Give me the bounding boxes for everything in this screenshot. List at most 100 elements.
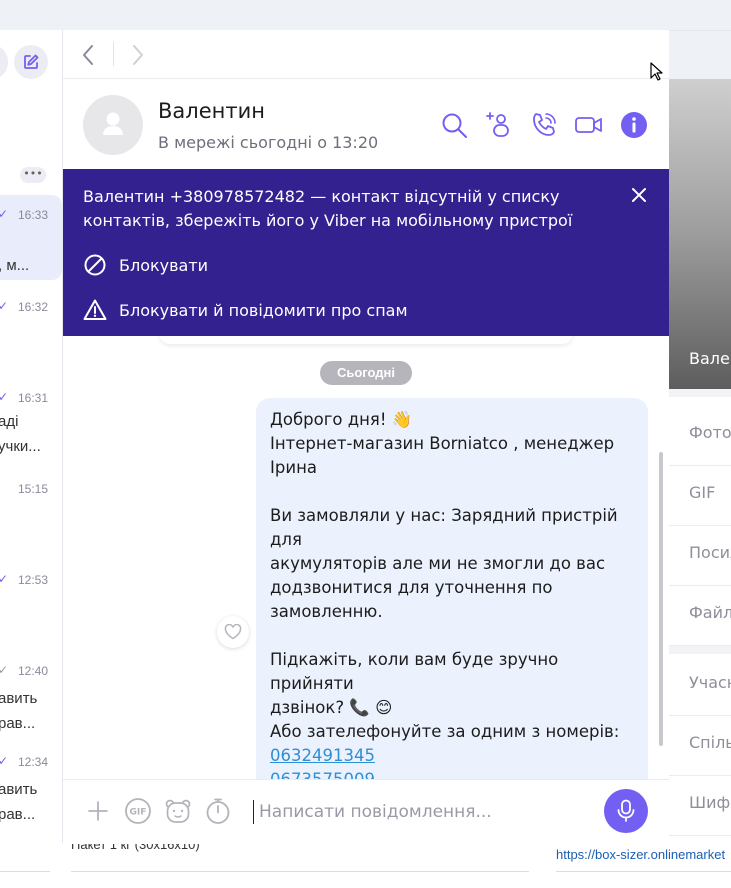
message-line: Ви замовляли у нас: Зарядний пристрій дл… — [270, 506, 618, 549]
message-line: Або зателефонуйте за одним з номерів: — [270, 722, 620, 741]
message-line: акумуляторів але ми не змогли до вас — [270, 554, 606, 573]
background-webpage: Пакет 1 кг (30х16х10) https://box-sizer.… — [0, 837, 731, 888]
conversation-list: ••• ✓ 16:33 , м... ✓ 16:32 ✓ 16:31 аді у… — [0, 30, 63, 843]
message-bubble[interactable]: Доброго дня! 👋 Інтернет-магазин Borniatc… — [256, 398, 648, 779]
divider — [71, 871, 529, 872]
list-item-time: 16:31 — [18, 391, 49, 405]
block-and-report-button[interactable]: Блокувати й повідомити про спам — [83, 297, 408, 323]
list-item-time: 12:40 — [18, 664, 49, 678]
divider — [113, 42, 114, 66]
timer-button[interactable] — [203, 796, 233, 826]
mouse-cursor-icon — [650, 62, 663, 81]
panel-item-label: Учасн — [689, 673, 731, 692]
scrollbar[interactable] — [659, 452, 663, 746]
divider — [669, 389, 731, 397]
more-options-button[interactable]: ••• — [20, 167, 46, 183]
chat-header: Валентин В мережі сьогодні о 13:20 — [63, 79, 669, 169]
message-line: Доброго дня! 👋 — [270, 410, 413, 429]
plus-icon — [88, 801, 108, 821]
list-item-preview: учки... — [0, 438, 41, 455]
add-participant-button[interactable] — [484, 110, 514, 140]
search-button[interactable] — [439, 110, 469, 140]
panel-item-participants[interactable]: Учасн — [669, 655, 731, 716]
back-button[interactable] — [75, 42, 101, 68]
chevron-left-icon — [83, 45, 93, 65]
message-line: додзвонитися для уточнення по — [270, 578, 553, 597]
message-line: Підкажіть, коли вам буде зручно прийняти — [270, 650, 559, 693]
background-url-link[interactable]: https://box-sizer.onlinemarket — [556, 847, 725, 862]
info-icon — [621, 112, 647, 138]
list-item-preview: авить — [0, 690, 38, 707]
panel-item-photos[interactable]: Фото — [669, 405, 731, 466]
panel-item-label: Спіль — [689, 733, 731, 752]
chevron-right-icon — [133, 45, 143, 65]
sticker-bear-icon — [165, 799, 191, 823]
message-input[interactable] — [259, 797, 589, 827]
compose-button[interactable] — [14, 45, 48, 79]
warning-icon — [83, 299, 107, 320]
list-item[interactable]: ✓ 16:31 аді учки... — [0, 377, 62, 462]
contact-name: Валентин — [158, 99, 265, 123]
list-item-time: 15:15 — [18, 482, 49, 496]
compose-icon — [24, 54, 39, 69]
phone-icon — [533, 113, 556, 136]
close-icon — [632, 188, 646, 202]
forward-button[interactable] — [125, 42, 151, 68]
panel-item-files[interactable]: Файл — [669, 585, 731, 646]
contact-info-panel: Вален Фото GIF Посил Файл Учасн Спіль Ши… — [669, 79, 731, 843]
panel-contact-name: Вален — [689, 349, 731, 368]
info-button[interactable] — [619, 110, 649, 140]
browser-top-strip — [0, 0, 731, 31]
block-label: Блокувати — [119, 255, 209, 275]
list-item[interactable]: ✓ 16:32 — [0, 286, 62, 371]
panel-item-label: Посил — [689, 543, 731, 562]
close-banner-button[interactable] — [627, 183, 651, 207]
list-item[interactable]: ✓ 12:40 авить рав... — [0, 650, 62, 735]
contact-photo: Вален — [669, 79, 731, 389]
read-check-icon: ✓ — [0, 207, 8, 221]
list-item[interactable]: ✓ 16:33 , м... — [0, 195, 62, 280]
list-item-preview: рав... — [0, 806, 36, 823]
message-line: Ірина — [270, 458, 317, 477]
user-silhouette-icon — [103, 112, 123, 135]
panel-item-gif[interactable]: GIF — [669, 465, 731, 526]
block-icon — [84, 254, 106, 276]
panel-item-label: GIF — [689, 483, 716, 502]
contact-status: В мережі сьогодні о 13:20 — [158, 133, 379, 152]
menu-button[interactable] — [0, 45, 8, 79]
call-button[interactable] — [529, 110, 559, 140]
message-line: Інтернет-магазин Borniatco , менеджер — [270, 434, 615, 453]
chat-window: Валентин В мережі сьогодні о 13:20 Вален… — [63, 30, 669, 844]
panel-item-links[interactable]: Посил — [669, 525, 731, 586]
list-item-preview: рав... — [0, 715, 36, 732]
report-label: Блокувати й повідомити про спам — [119, 300, 408, 320]
previous-message-bubble — [159, 336, 573, 344]
video-call-button[interactable] — [574, 110, 604, 140]
read-check-icon: ✓ — [0, 390, 8, 404]
read-check-icon: ✓ — [0, 299, 8, 313]
like-button[interactable] — [217, 616, 249, 648]
read-check-icon: ✓ — [0, 572, 8, 586]
list-item[interactable]: ✓ 12:34 авить рав... — [0, 741, 62, 826]
voice-message-button[interactable] — [604, 789, 648, 833]
avatar[interactable] — [83, 95, 143, 155]
phone-link[interactable]: 0673575009 — [270, 768, 642, 779]
gif-button[interactable]: GIF — [123, 796, 153, 826]
list-item-time: 12:53 — [18, 573, 49, 587]
attach-button[interactable] — [83, 796, 113, 826]
nav-bar — [63, 30, 669, 79]
date-separator: Сьогодні — [320, 361, 412, 385]
divider — [669, 646, 731, 654]
sticker-button[interactable] — [163, 796, 193, 826]
panel-item-shared[interactable]: Спіль — [669, 715, 731, 776]
message-area: Сьогодні Доброго дня! 👋 Інтернет-магазин… — [63, 336, 669, 779]
heart-icon — [224, 624, 242, 640]
timer-icon — [206, 798, 230, 824]
unknown-contact-banner: Валентин +380978572482 — контакт відсутн… — [63, 169, 669, 336]
microphone-icon — [617, 799, 635, 822]
list-item[interactable]: ✓ 12:53 — [0, 559, 62, 644]
panel-item-encryption[interactable]: Шифр — [669, 775, 731, 836]
list-item[interactable]: 15:15 — [0, 468, 62, 553]
block-button[interactable]: Блокувати — [83, 252, 208, 278]
phone-link[interactable]: 0632491345 — [270, 744, 642, 768]
